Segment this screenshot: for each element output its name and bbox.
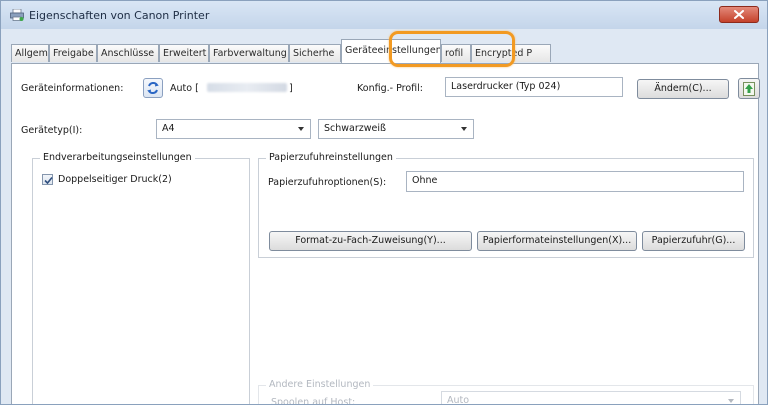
paper-feed-options-field[interactable]: Ohne: [406, 171, 744, 192]
device-info-auto-suffix: ]: [289, 83, 293, 94]
duplex-label: Doppelseitiger Druck(2): [58, 174, 172, 185]
refresh-device-info-button[interactable]: [143, 78, 163, 98]
window-title: Eigenschaften von Canon Printer: [29, 9, 210, 22]
duplex-checkbox[interactable]: [42, 174, 53, 185]
device-info-auto-prefix: Auto [: [170, 83, 199, 94]
other-settings-group: Andere Einstellungen Spoolen auf Host: A…: [258, 379, 754, 405]
tab-label: Anschlüsse: [101, 48, 155, 59]
other-group-title: Andere Einstellungen: [266, 379, 374, 390]
paper-feed-settings-group: Papierzufuhreinstellungen Papierzufuhrop…: [258, 152, 754, 258]
format-to-tray-button[interactable]: Format-zu-Fach-Zuweisung(Y)...: [269, 231, 472, 251]
paper-size-value: A4: [162, 123, 175, 134]
tab-highlight-frame: [389, 31, 515, 67]
color-mode-select[interactable]: Schwarzweiß: [318, 119, 474, 139]
refresh-icon: [147, 82, 159, 94]
printer-icon: [10, 9, 24, 21]
tab-strip: Allgemein Freigabe Anschlüsse Erweitert …: [11, 39, 759, 63]
finishing-settings-group: Endverarbeitungseinstellungen Doppelseit…: [32, 152, 250, 404]
profile-label: Konfig.- Profil:: [357, 83, 423, 94]
device-type-label: Gerätetyp(I):: [21, 125, 83, 136]
device-settings-panel: Geräteinformationen: Auto [ ] Konfig.- P…: [11, 63, 760, 405]
color-mode-value: Schwarzweiß: [324, 123, 386, 134]
properties-window: Eigenschaften von Canon Printer Allgemei…: [0, 0, 768, 405]
tab-advanced[interactable]: Erweitert: [159, 44, 209, 62]
device-address-redacted: [207, 83, 287, 92]
paper-feed-button[interactable]: Papierzufuhr(G)...: [642, 231, 745, 251]
spool-host-select[interactable]: Auto: [441, 391, 741, 405]
checkmark-icon: [44, 176, 53, 185]
tab-sharing[interactable]: Freigabe: [49, 44, 97, 62]
chevron-down-icon: [298, 127, 304, 131]
paper-size-select[interactable]: A4: [156, 119, 311, 139]
tab-ports[interactable]: Anschlüsse: [97, 44, 159, 62]
title-bar: Eigenschaften von Canon Printer: [1, 1, 767, 29]
paper-feed-options-label: Papierzufuhroptionen(S):: [268, 177, 387, 188]
tab-label: Allgemein: [15, 48, 48, 59]
tab-label: Farbverwaltung: [213, 48, 287, 59]
device-info-label: Geräteinformationen:: [21, 83, 124, 94]
paper-format-settings-button[interactable]: Papierformateinstellungen(X)...: [477, 231, 637, 251]
tab-security[interactable]: Sicherhe: [289, 44, 341, 62]
finishing-group-title: Endverarbeitungseinstellungen: [40, 152, 195, 163]
profile-field[interactable]: Laserdrucker (Typ 024): [445, 77, 623, 97]
tab-label: Freigabe: [53, 48, 94, 59]
tab-general[interactable]: Allgemein: [11, 44, 49, 62]
change-profile-button[interactable]: Ändern(C)...: [637, 79, 729, 99]
tab-label: Sicherhe: [293, 48, 335, 59]
chevron-down-icon: [461, 127, 467, 131]
close-button[interactable]: [719, 6, 759, 23]
spool-host-label: Spoolen auf Host:: [271, 397, 356, 405]
tab-color-management[interactable]: Farbverwaltung: [209, 44, 289, 62]
upload-arrow-icon: [743, 82, 755, 96]
tab-label: Erweitert: [163, 48, 207, 59]
close-icon: [734, 10, 744, 19]
paper-feed-group-title: Papierzufuhreinstellungen: [266, 152, 396, 163]
get-profile-button[interactable]: [738, 78, 760, 99]
chevron-down-icon: [728, 399, 734, 403]
spool-host-value: Auto: [447, 395, 470, 405]
